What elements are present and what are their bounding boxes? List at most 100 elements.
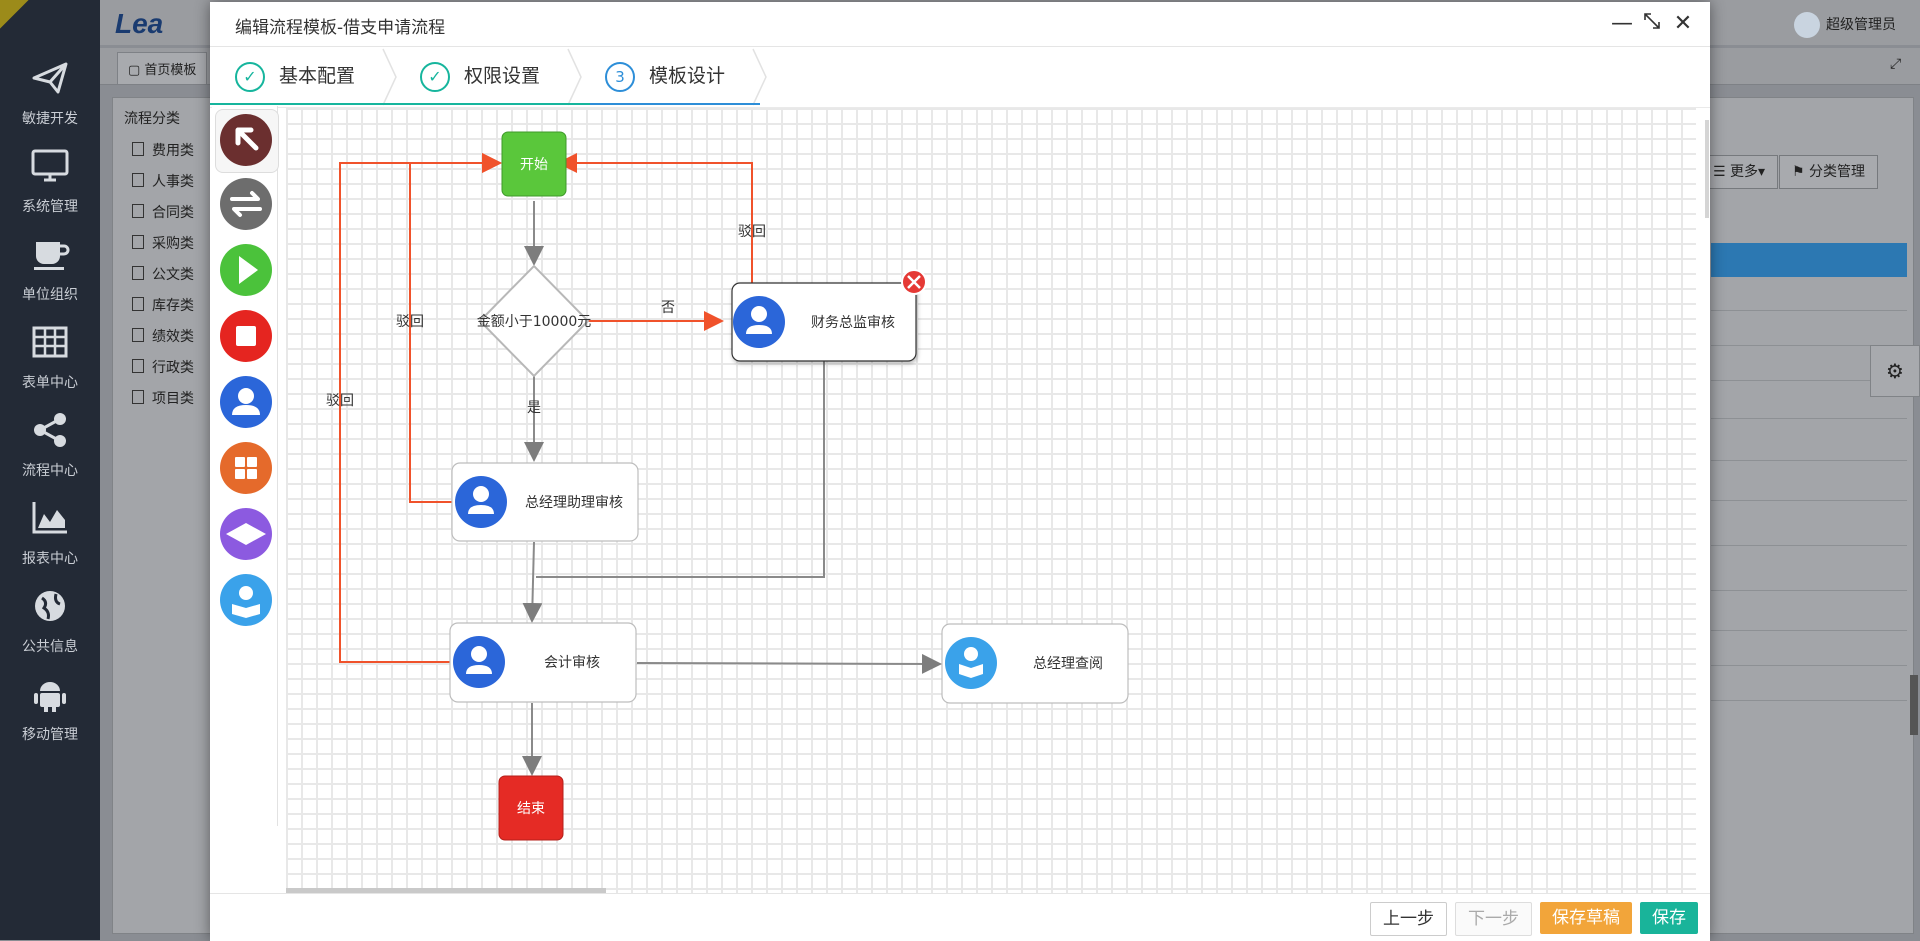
label-reject-assistant: 驳回 (396, 314, 424, 330)
share-nodes-icon (34, 413, 66, 447)
flow-design-canvas[interactable]: 开始 金额小于10000元 财务总监审核 总经理助理审核 会计审核 总经理查阅 … (286, 108, 1696, 893)
save-button[interactable]: 保存 (1640, 902, 1698, 934)
grid-table-icon (32, 326, 68, 358)
category-list: 费用类 人事类 合同类 采购类 公文类 库存类 绩效类 行政类 项目类 (132, 140, 194, 419)
edit-flow-template-dialog: 编辑流程模板-借支申请流程 — ✕ ✓ 基本配置 ✓ 权限设置 3 模板设计 开… (210, 2, 1710, 941)
start-node-label: 开始 (520, 157, 548, 173)
step-label: 模板设计 (649, 65, 726, 87)
minimize-icon[interactable]: — (1609, 11, 1635, 37)
more-button[interactable]: ☰ 更多▾ (1700, 155, 1779, 189)
selected-row (1711, 243, 1907, 277)
list-item[interactable]: 费用类 (132, 140, 194, 171)
reject-finance-to-start (557, 153, 753, 283)
sidebar-item-flow[interactable]: 流程中心 (0, 410, 100, 480)
list-item[interactable]: 公文类 (132, 264, 194, 295)
list-item[interactable]: 合同类 (132, 202, 194, 233)
more-button-label: 更多 (1730, 164, 1759, 180)
pointer-tool[interactable] (218, 112, 274, 168)
gear-icon[interactable]: ⚙ (1870, 345, 1920, 397)
assistant-review-label: 总经理助理审核 (525, 495, 623, 511)
list-item[interactable]: 库存类 (132, 295, 194, 326)
condition-node-tool[interactable] (218, 506, 274, 562)
step-basic-config[interactable]: ✓ 基本配置 (235, 47, 355, 105)
countersign-node-tool[interactable] (218, 440, 274, 496)
tab-home-label: 首页模板 (144, 63, 197, 78)
scrollbar[interactable] (1910, 675, 1918, 735)
avatar (1794, 12, 1820, 38)
dialog-title: 编辑流程模板-借支申请流程 (235, 18, 446, 38)
finance-review-label: 财务总监审核 (811, 315, 895, 331)
step-label: 基本配置 (279, 65, 356, 87)
sidebar-item-label: 流程中心 (22, 463, 78, 479)
sidebar-item-forms[interactable]: 表单中心 (0, 322, 100, 392)
step-permissions[interactable]: ✓ 权限设置 (420, 47, 540, 105)
tab-home[interactable]: ▢ 首页模板 (117, 52, 208, 85)
wizard-steps: ✓ 基本配置 ✓ 权限设置 3 模板设计 (210, 47, 1710, 108)
globe-icon (35, 591, 65, 621)
sidebar-item-agile-dev[interactable]: 敏捷开发 (0, 58, 100, 128)
step-label: 权限设置 (464, 65, 541, 87)
sidebar-item-label: 报表中心 (22, 551, 78, 567)
delete-node-icon (901, 269, 927, 295)
connect-line-tool[interactable] (218, 176, 274, 232)
label-reject-accounting: 驳回 (326, 393, 354, 409)
step-template-design[interactable]: 3 模板设计 (605, 47, 725, 105)
check-icon: ✓ (235, 61, 265, 92)
sidebar-item-reports[interactable]: 报表中心 (0, 498, 100, 568)
condition-node-label: 金额小于10000元 (477, 314, 592, 330)
sidebar-item-label: 移动管理 (22, 727, 78, 743)
sidebar-item-label: 敏捷开发 (22, 111, 78, 127)
reader-icon (945, 637, 997, 689)
paper-plane-icon (32, 62, 68, 94)
canvas-vertical-scrollbar[interactable] (1705, 120, 1709, 218)
list-item[interactable]: 绩效类 (132, 326, 194, 357)
sidebar-item-public[interactable]: 公共信息 (0, 586, 100, 656)
gm-cc-label: 总经理查阅 (1033, 656, 1103, 672)
sidebar-item-system[interactable]: 系统管理 (0, 146, 100, 216)
list-item[interactable]: 人事类 (132, 171, 194, 202)
accounting-review-label: 会计审核 (544, 655, 600, 671)
check-icon: ✓ (420, 61, 450, 92)
app-logo: Lea (115, 8, 164, 39)
next-step-button[interactable]: 下一步 (1455, 902, 1532, 936)
list-item[interactable]: 项目类 (132, 388, 194, 419)
end-node-tool[interactable] (218, 308, 274, 364)
line-accounting-to-cc (636, 653, 942, 674)
coffee-cup-icon (34, 242, 70, 270)
reject-accounting-to-start (339, 153, 502, 663)
list-item[interactable]: 采购类 (132, 233, 194, 264)
list-item[interactable]: 行政类 (132, 357, 194, 388)
label-yes: 是 (527, 400, 541, 416)
expand-icon (1644, 13, 1660, 29)
sidebar-item-label: 系统管理 (22, 199, 78, 215)
label-reject-finance: 驳回 (738, 224, 766, 240)
line-assistant-to-accounting (522, 541, 543, 623)
close-icon[interactable]: ✕ (1670, 11, 1696, 37)
node-toolbox (212, 106, 279, 826)
android-icon (34, 682, 66, 712)
stop-icon (236, 326, 256, 346)
sidebar-item-label: 公共信息 (22, 639, 78, 655)
cc-node-tool[interactable] (218, 572, 274, 628)
monitor-icon (31, 149, 69, 182)
category-manage-button[interactable]: ⚑ 分类管理 (1779, 155, 1879, 189)
user-name: 超级管理员 (1826, 17, 1896, 33)
save-draft-button[interactable]: 保存草稿 (1540, 902, 1632, 934)
prev-step-button[interactable]: 上一步 (1370, 902, 1447, 936)
dialog-header: 编辑流程模板-借支申请流程 — ✕ (210, 2, 1710, 47)
sidebar-item-org[interactable]: 单位组织 (0, 234, 100, 304)
category-manage-label: 分类管理 (1809, 164, 1866, 180)
sidebar-item-mobile[interactable]: 移动管理 (0, 674, 100, 744)
sidebar-item-label: 表单中心 (22, 375, 78, 391)
step-number: 3 (605, 61, 635, 92)
main-sidebar: 经典 敏捷开发 系统管理 单位组织 表单中心 流程中心 报表中心 公共信息 移动… (0, 0, 100, 940)
user-menu[interactable]: 超级管理员 (1794, 12, 1896, 38)
fullscreen-icon[interactable]: ⤢ (1890, 56, 1901, 72)
area-chart-icon (32, 502, 67, 534)
start-node-tool[interactable] (218, 242, 274, 298)
maximize-icon[interactable] (1639, 11, 1665, 37)
approval-node-tool[interactable] (218, 374, 274, 430)
category-title: 流程分类 (124, 111, 180, 127)
sidebar-item-label: 单位组织 (22, 287, 78, 303)
end-node-label: 结束 (517, 801, 545, 817)
